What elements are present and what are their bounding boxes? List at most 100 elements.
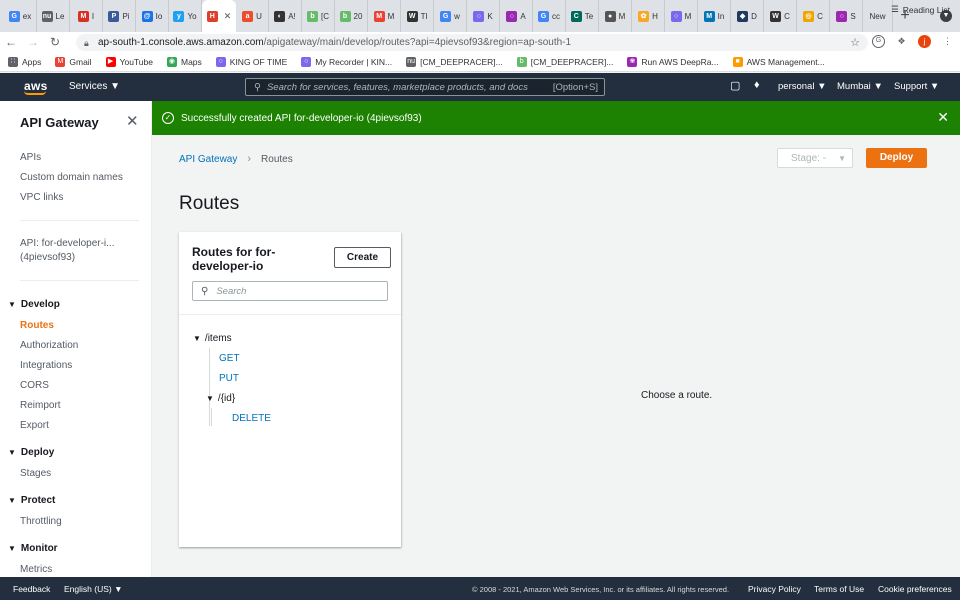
sidebar-section-develop[interactable]: ▼ Develop [8, 299, 60, 310]
browser-tab[interactable]: @ Io [136, 0, 169, 32]
close-icon[interactable]: ✕ [126, 112, 139, 130]
reload-icon[interactable]: ↻ [44, 35, 66, 49]
support-label: Support [894, 81, 928, 92]
bookmark-item[interactable]: ○ My Recorder | KIN... [301, 56, 392, 67]
route-method-delete[interactable]: DELETE [232, 413, 271, 424]
browser-tab[interactable]: Gw [434, 0, 467, 32]
tree-guide-line [209, 348, 210, 426]
sidebar-item-stages[interactable]: Stages [20, 468, 51, 479]
browser-tab[interactable]: ◆ D [731, 0, 764, 32]
route-search-input[interactable]: ⚲ Search [192, 281, 388, 301]
browser-tab[interactable]: ○ A [500, 0, 533, 32]
cloudshell-icon[interactable]: ▢ [730, 79, 740, 92]
puzzle-icon[interactable]: ❖ [895, 35, 908, 48]
tab-favicon-icon: ○ [836, 10, 848, 22]
bookmark-item[interactable]: ∷ Apps [8, 56, 41, 67]
sidebar-api-name[interactable]: API: for-developer-i... [20, 238, 114, 249]
sidebar-item-metrics[interactable]: Metrics [20, 564, 52, 575]
region-menu[interactable]: Mumbai ▼ [837, 81, 883, 92]
browser-tab[interactable]: MI [70, 0, 103, 32]
create-route-button[interactable]: Create [334, 247, 391, 268]
sidebar-item-export[interactable]: Export [20, 420, 49, 431]
tab-label: H [652, 11, 658, 21]
browser-tab[interactable]: ◐ A! [269, 0, 302, 32]
forward-arrow-icon[interactable]: → [22, 35, 44, 49]
bookmark-item[interactable]: ◉ Maps [166, 56, 202, 67]
browser-tab[interactable]: New [863, 0, 893, 32]
bookmark-item[interactable]: b [CM_DEEPRACER]... [516, 56, 613, 67]
browser-tab[interactable]: ◎ C [797, 0, 830, 32]
sidebar-item-integrations[interactable]: Integrations [20, 360, 72, 371]
sidebar-section-deploy[interactable]: ▼ Deploy [8, 447, 54, 458]
tab-label: C [784, 11, 790, 21]
feedback-link[interactable]: Feedback [13, 584, 50, 594]
bookmark-item[interactable]: ▶ YouTube [105, 56, 153, 67]
browser-tab[interactable]: ● M [599, 0, 632, 32]
deploy-button[interactable]: Deploy [866, 148, 927, 168]
sidebar-item-reimport[interactable]: Reimport [20, 400, 61, 411]
route-method-get[interactable]: GET [219, 353, 240, 364]
sidebar-item-authorization[interactable]: Authorization [20, 340, 78, 351]
aws-search-input[interactable]: ⚲ Search for services, features, marketp… [245, 78, 605, 96]
privacy-policy-link[interactable]: Privacy Policy [748, 584, 801, 594]
avatar[interactable]: j [918, 35, 931, 48]
bookmark-item[interactable]: ■ AWS Management... [732, 56, 825, 67]
browser-tab[interactable]: Gex [4, 0, 37, 32]
extension-icon[interactable]: G [872, 35, 885, 48]
bookmark-item[interactable]: ○ KING OF TIME [215, 56, 287, 67]
sidebar-item-vpc-links[interactable]: VPC links [20, 192, 63, 203]
browser-tab[interactable]: aU [236, 0, 269, 32]
sidebar-section-monitor[interactable]: ▼ Monitor [8, 543, 58, 554]
route-resource-items[interactable]: ▼/items [193, 333, 232, 344]
browser-tab[interactable]: b [C [302, 0, 335, 32]
back-arrow-icon[interactable]: ← [0, 35, 22, 49]
bookmark-label: Maps [180, 56, 202, 67]
language-select[interactable]: English (US) ▼ [64, 584, 123, 594]
sidebar-item-cors[interactable]: CORS [20, 380, 49, 391]
browser-tab[interactable]: Gcc [533, 0, 566, 32]
browser-tab[interactable]: b 20 [335, 0, 368, 32]
sidebar-section-protect[interactable]: ▼ Protect [8, 495, 55, 506]
browser-tab[interactable]: WC [764, 0, 797, 32]
tree-guide-line [211, 408, 212, 426]
account-menu[interactable]: personal ▼ [778, 81, 827, 92]
search-icon: ⚲ [201, 285, 209, 297]
sidebar-item-routes[interactable]: Routes [20, 320, 54, 331]
reading-list-button[interactable]: ☰ Reading List [891, 4, 950, 15]
browser-tab[interactable]: ○ K [467, 0, 500, 32]
browser-tab[interactable]: y Yo [169, 0, 202, 32]
services-menu-button[interactable]: Services ▼ [69, 81, 120, 92]
support-menu[interactable]: Support ▼ [894, 81, 939, 92]
browser-tab[interactable]: P Pi [103, 0, 136, 32]
tab-label: Pi [122, 11, 130, 21]
sidebar-item-apis[interactable]: APIs [20, 152, 41, 163]
bookmark-item[interactable]: ❀ Run AWS DeepRa... [627, 56, 719, 67]
browser-tab[interactable]: M In [698, 0, 731, 32]
sidebar-item-custom-domain-names[interactable]: Custom domain names [20, 172, 123, 183]
browser-tab[interactable]: ○ S [830, 0, 863, 32]
route-resource-id[interactable]: ▼/{id} [206, 393, 235, 404]
browser-tab[interactable]: MM [368, 0, 401, 32]
browser-tab-strip: Gex nu Le M I P Pi @ Io y Yo H ✕ a U ◐ A! b [C b 20 M M W Tl Gw ○ K… [0, 0, 960, 32]
cookie-preferences-link[interactable]: Cookie preferences [878, 584, 952, 594]
notification-bell-icon[interactable]: ♦ [754, 79, 760, 91]
close-icon[interactable]: ✕ [937, 109, 949, 126]
terms-of-use-link[interactable]: Terms of Use [814, 584, 864, 594]
aws-logo[interactable]: aws [24, 79, 48, 95]
stage-select[interactable]: Stage: - ▼ [777, 148, 853, 168]
browser-tab[interactable]: W Tl [401, 0, 434, 32]
bookmark-star-icon[interactable]: ☆ [850, 36, 860, 49]
kebab-menu-icon[interactable]: ⋮ [941, 35, 954, 48]
route-method-put[interactable]: PUT [219, 373, 239, 384]
bookmark-item[interactable]: M Gmail [55, 56, 92, 67]
tab-close-icon[interactable]: ✕ [224, 11, 232, 22]
browser-tab[interactable]: H ✕ [202, 0, 236, 32]
browser-tab[interactable]: ✿ H [632, 0, 665, 32]
bookmark-item[interactable]: nu [CM_DEEPRACER]... [406, 56, 503, 67]
browser-tab[interactable]: ○ M [665, 0, 698, 32]
sidebar-item-throttling[interactable]: Throttling [20, 516, 62, 527]
breadcrumb-api-gateway[interactable]: API Gateway [179, 154, 237, 165]
browser-tab[interactable]: C Te [566, 0, 599, 32]
address-bar[interactable]: 🔒︎ ap-south-1.console.aws.amazon.com/api… [76, 34, 868, 51]
browser-tab[interactable]: nu Le [37, 0, 70, 32]
